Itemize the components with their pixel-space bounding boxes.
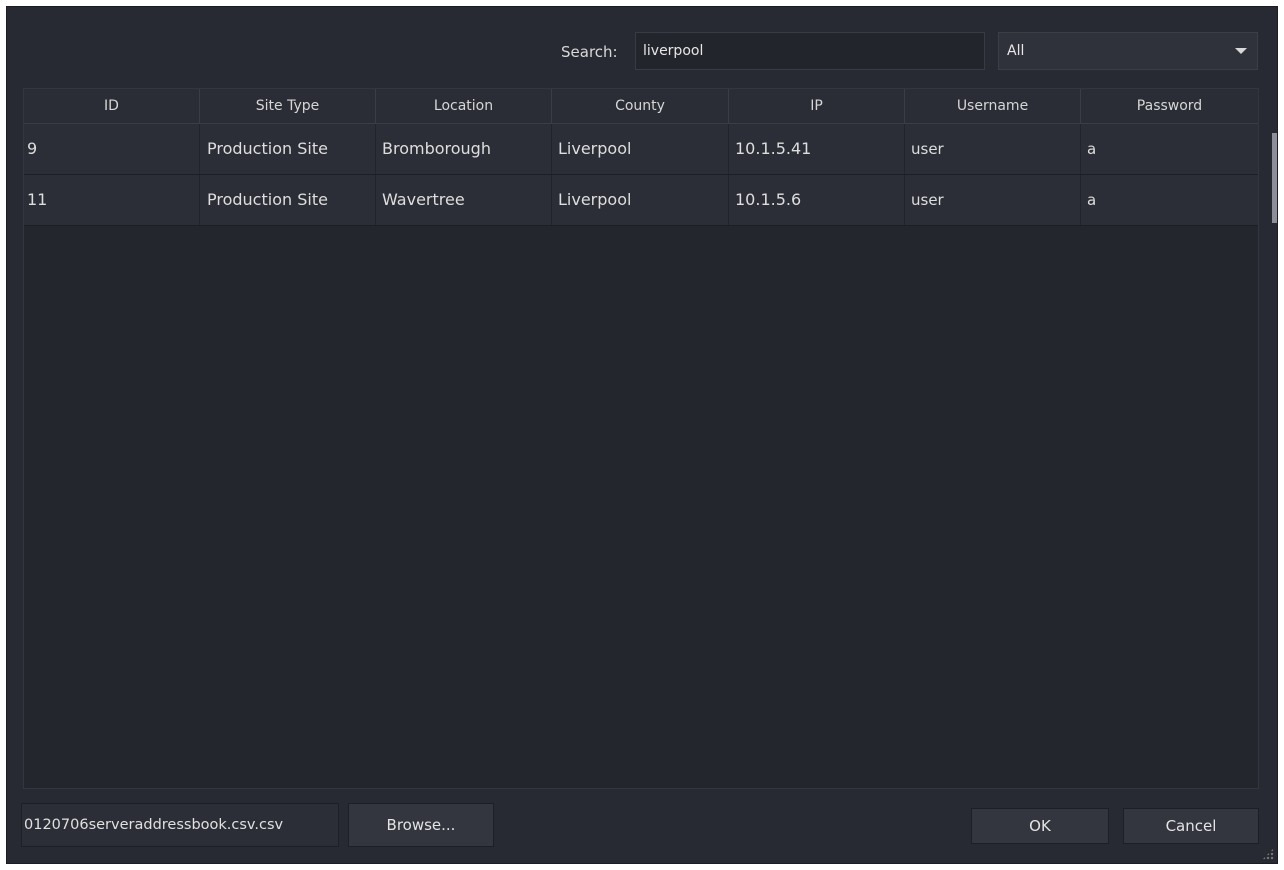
scrollbar-thumb[interactable] <box>1272 133 1277 223</box>
search-label: Search: <box>561 43 618 61</box>
table-body: 9 Production Site Bromborough Liverpool … <box>24 124 1258 226</box>
cell-id: 11 <box>24 175 200 225</box>
filter-dropdown[interactable]: All <box>998 32 1258 70</box>
filter-selected-value: All <box>1007 43 1025 59</box>
column-header-location[interactable]: Location <box>376 89 552 123</box>
column-header-username[interactable]: Username <box>905 89 1081 123</box>
cell-username: user <box>905 175 1081 225</box>
resize-grip-icon[interactable] <box>1262 848 1274 860</box>
column-header-county[interactable]: County <box>552 89 729 123</box>
table-row[interactable]: 11 Production Site Wavertree Liverpool 1… <box>24 175 1258 226</box>
column-header-password[interactable]: Password <box>1081 89 1258 123</box>
address-book-dialog: Search: All ID Site Type Location County… <box>6 6 1278 864</box>
search-input[interactable] <box>635 32 985 70</box>
chevron-down-icon <box>1235 48 1247 54</box>
column-header-site-type[interactable]: Site Type <box>200 89 376 123</box>
file-path-field[interactable]: 0120706serveraddressbook.csv.csv <box>21 803 339 847</box>
cell-id: 9 <box>24 124 200 174</box>
cell-site-type: Production Site <box>200 124 376 174</box>
cell-county: Liverpool <box>552 175 729 225</box>
table-row[interactable]: 9 Production Site Bromborough Liverpool … <box>24 124 1258 175</box>
cell-site-type: Production Site <box>200 175 376 225</box>
table-header: ID Site Type Location County IP Username… <box>24 89 1258 124</box>
cell-location: Bromborough <box>376 124 552 174</box>
cell-password: a <box>1087 191 1097 209</box>
cell-location: Wavertree <box>376 175 552 225</box>
address-table: ID Site Type Location County IP Username… <box>23 88 1259 789</box>
cell-ip: 10.1.5.6 <box>729 175 905 225</box>
browse-button[interactable]: Browse... <box>348 803 494 847</box>
cell-county: Liverpool <box>552 124 729 174</box>
cell-ip: 10.1.5.41 <box>729 124 905 174</box>
cancel-button[interactable]: Cancel <box>1123 808 1259 844</box>
column-header-id[interactable]: ID <box>24 89 200 123</box>
cell-username: user <box>905 124 1081 174</box>
cell-password: a <box>1087 140 1097 158</box>
column-header-ip[interactable]: IP <box>729 89 905 123</box>
ok-button[interactable]: OK <box>971 808 1109 844</box>
